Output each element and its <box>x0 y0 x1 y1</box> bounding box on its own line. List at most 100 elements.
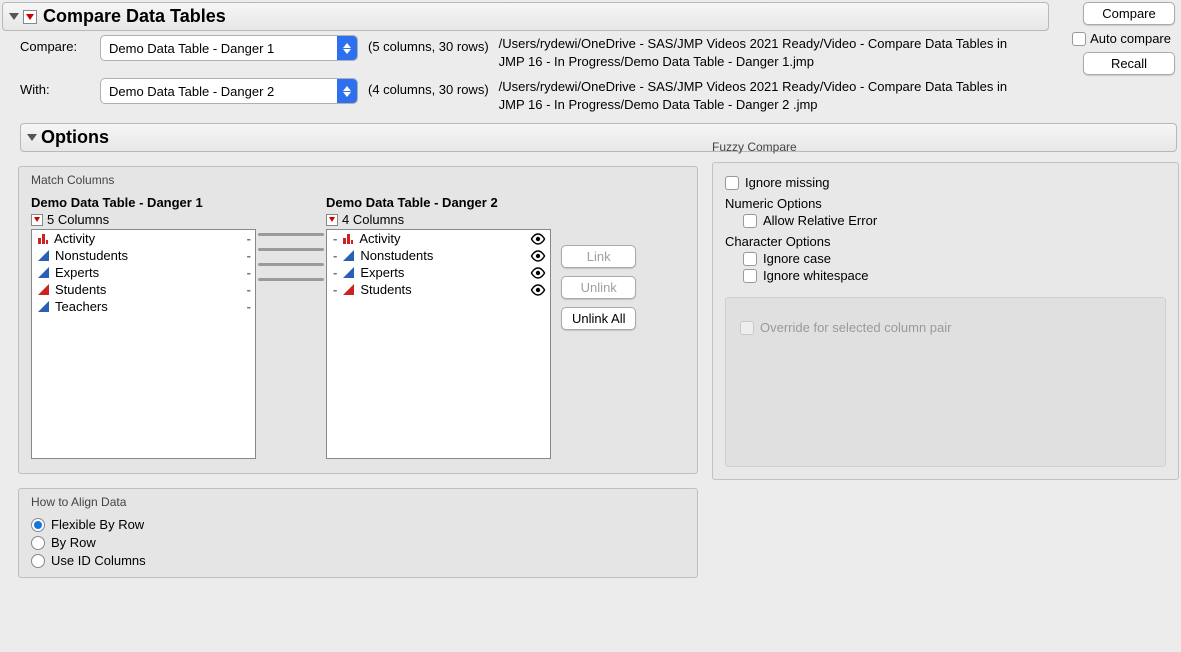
continuous-icon <box>38 250 49 261</box>
options-title: Options <box>41 127 109 148</box>
ignore-case-checkbox[interactable] <box>743 252 757 266</box>
ignore-missing-checkbox[interactable] <box>725 176 739 190</box>
continuous-icon <box>343 267 354 278</box>
dash-icon: - <box>333 282 337 297</box>
continuous-icon <box>38 284 49 295</box>
dash-icon: - <box>247 282 251 297</box>
disclosure-triangle-icon[interactable] <box>27 134 37 141</box>
column-label: Nonstudents <box>55 248 128 263</box>
eye-icon <box>530 267 546 279</box>
column-label: Experts <box>360 265 404 280</box>
column-label: Students <box>55 282 106 297</box>
list-item[interactable]: - Students <box>327 281 550 298</box>
stepper-icon <box>337 79 357 103</box>
override-checkbox <box>740 321 754 335</box>
ignore-ws-checkbox[interactable] <box>743 269 757 283</box>
list-item[interactable]: - Nonstudents <box>327 247 550 264</box>
auto-compare-label: Auto compare <box>1090 31 1171 46</box>
link-connectors <box>256 195 326 281</box>
with-summary: (4 columns, 30 rows) <box>368 78 489 97</box>
continuous-icon <box>343 284 354 295</box>
radio-by-row-label: By Row <box>51 535 96 550</box>
with-path: /Users/rydewi/OneDrive - SAS/JMP Videos … <box>499 78 1009 113</box>
compare-label: Compare: <box>20 35 90 54</box>
column-label: Teachers <box>55 299 108 314</box>
red-triangle-menu-icon[interactable] <box>326 214 338 226</box>
override-panel: Override for selected column pair <box>725 297 1166 467</box>
left-col-count: 5 Columns <box>47 212 109 227</box>
radio-use-id-label: Use ID Columns <box>51 553 146 568</box>
list-item[interactable]: Nonstudents - <box>32 247 255 264</box>
column-label: Experts <box>55 265 99 280</box>
dash-icon: - <box>247 265 251 280</box>
compare-summary: (5 columns, 30 rows) <box>368 35 489 54</box>
align-title: How to Align Data <box>31 495 685 509</box>
continuous-icon <box>38 301 49 312</box>
fuzzy-panel: Ignore missing Numeric Options Allow Rel… <box>712 162 1179 480</box>
ignore-ws-label: Ignore whitespace <box>763 268 869 283</box>
list-item[interactable]: Experts - <box>32 264 255 281</box>
numeric-options-label: Numeric Options <box>725 196 1166 211</box>
link-line-icon <box>258 263 324 266</box>
override-label: Override for selected column pair <box>760 320 951 335</box>
list-item[interactable]: Students - <box>32 281 255 298</box>
link-line-icon <box>258 233 324 236</box>
column-label: Students <box>360 282 411 297</box>
bar-chart-icon <box>343 233 353 244</box>
align-panel: How to Align Data Flexible By Row By Row… <box>18 488 698 578</box>
list-item[interactable]: Teachers - <box>32 298 255 315</box>
column-label: Activity <box>359 231 400 246</box>
allow-relative-label: Allow Relative Error <box>763 213 877 228</box>
red-triangle-menu-icon[interactable] <box>31 214 43 226</box>
left-table-name: Demo Data Table - Danger 1 <box>31 195 256 210</box>
right-column-list[interactable]: - Activity - Nonstudents - Experts - Students <box>326 229 551 459</box>
compare-dropdown-text: Demo Data Table - Danger 1 <box>101 41 337 56</box>
list-item[interactable]: - Experts <box>327 264 550 281</box>
recall-button[interactable]: Recall <box>1083 52 1175 75</box>
continuous-icon <box>343 250 354 261</box>
page-title: Compare Data Tables <box>43 6 226 27</box>
list-item[interactable]: - Activity <box>327 230 550 247</box>
disclosure-triangle-icon[interactable] <box>9 13 19 20</box>
unlink-all-button[interactable]: Unlink All <box>561 307 636 330</box>
dash-icon: - <box>247 248 251 263</box>
dash-icon: - <box>247 231 251 246</box>
list-item[interactable]: Activity - <box>32 230 255 247</box>
compare-path: /Users/rydewi/OneDrive - SAS/JMP Videos … <box>499 35 1009 70</box>
with-label: With: <box>20 78 90 97</box>
right-col-count: 4 Columns <box>342 212 404 227</box>
fuzzy-title: Fuzzy Compare <box>712 140 1179 154</box>
main-header: Compare Data Tables <box>2 2 1049 31</box>
dash-icon: - <box>333 248 337 263</box>
radio-use-id[interactable] <box>31 554 45 568</box>
left-column-list[interactable]: Activity-Nonstudents-Experts-Students-Te… <box>31 229 256 459</box>
stepper-icon <box>337 36 357 60</box>
bar-chart-icon <box>38 233 48 244</box>
dash-icon: - <box>247 299 251 314</box>
right-table-name: Demo Data Table - Danger 2 <box>326 195 551 210</box>
column-label: Nonstudents <box>360 248 433 263</box>
with-dropdown-text: Demo Data Table - Danger 2 <box>101 84 337 99</box>
dash-icon: - <box>333 231 337 246</box>
red-triangle-menu-icon[interactable] <box>23 10 37 24</box>
match-columns-label: Match Columns <box>31 173 685 187</box>
allow-relative-checkbox[interactable] <box>743 214 757 228</box>
dash-icon: - <box>333 265 337 280</box>
radio-flexible-label: Flexible By Row <box>51 517 144 532</box>
column-label: Activity <box>54 231 95 246</box>
eye-icon <box>530 250 546 262</box>
link-line-icon <box>258 248 324 251</box>
match-columns-panel: Match Columns Demo Data Table - Danger 1… <box>18 166 698 474</box>
compare-dropdown[interactable]: Demo Data Table - Danger 1 <box>100 35 358 61</box>
compare-button[interactable]: Compare <box>1083 2 1175 25</box>
continuous-icon <box>38 267 49 278</box>
radio-flexible-by-row[interactable] <box>31 518 45 532</box>
unlink-button[interactable]: Unlink <box>561 276 636 299</box>
link-button[interactable]: Link <box>561 245 636 268</box>
ignore-case-label: Ignore case <box>763 251 831 266</box>
ignore-missing-label: Ignore missing <box>745 175 830 190</box>
eye-icon <box>530 284 546 296</box>
with-dropdown[interactable]: Demo Data Table - Danger 2 <box>100 78 358 104</box>
radio-by-row[interactable] <box>31 536 45 550</box>
auto-compare-checkbox[interactable] <box>1072 32 1086 46</box>
